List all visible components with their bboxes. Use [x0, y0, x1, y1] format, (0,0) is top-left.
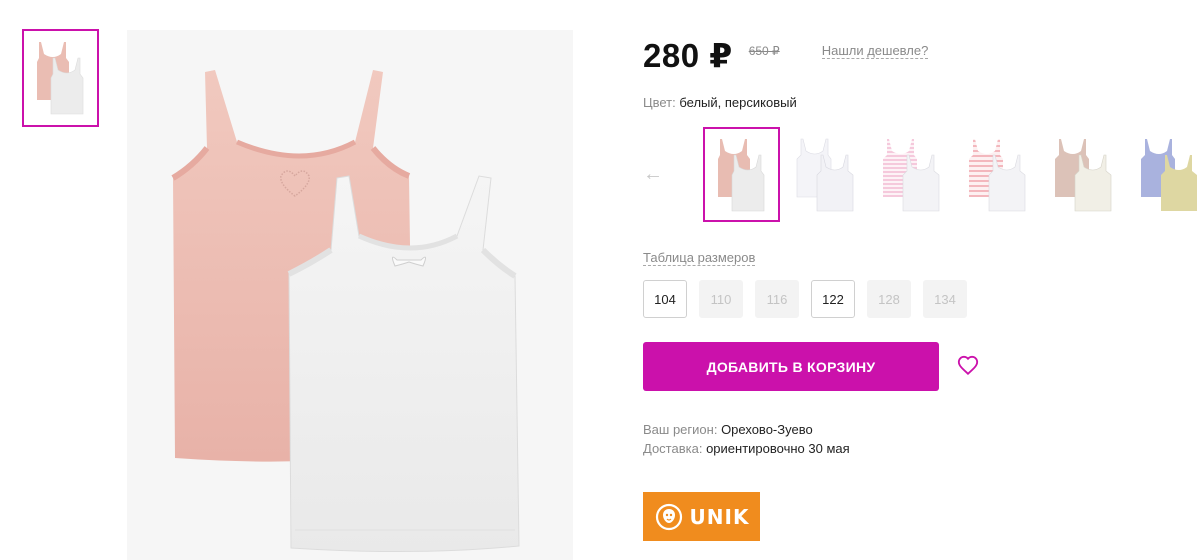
- old-price: 650 ₽: [748, 44, 780, 58]
- lion-icon: [655, 503, 682, 530]
- found-cheaper-link[interactable]: Нашли дешевле?: [821, 43, 929, 59]
- arrow-left-icon[interactable]: ←: [643, 163, 663, 186]
- delivery-value: ориентировочно 30 мая: [706, 441, 850, 456]
- size-option: 128: [867, 280, 911, 318]
- heart-icon[interactable]: [957, 355, 979, 377]
- swatch-image: [717, 138, 764, 211]
- swatch-image: [882, 138, 939, 211]
- size-option[interactable]: 122: [811, 280, 855, 318]
- size-option: 110: [699, 280, 743, 318]
- brand-logo-text: UNIK: [689, 504, 750, 529]
- brand-logo[interactable]: UNIK: [643, 492, 760, 541]
- add-to-cart-button[interactable]: ДОБАВИТЬ В КОРЗИНУ: [643, 342, 939, 391]
- size-selector: 104 110 116 122 128 134: [643, 280, 979, 318]
- delivery-info: Доставка: ориентировочно 30 мая: [643, 441, 850, 456]
- swatch-image: [1140, 138, 1197, 211]
- color-swatch-beige-cream[interactable]: [1047, 127, 1124, 222]
- region-value[interactable]: Орехово-Зуево: [721, 422, 813, 437]
- color-info: Цвет: белый, персиковый: [643, 95, 797, 110]
- color-swatch-pink-stripe[interactable]: [875, 127, 952, 222]
- color-swatches: [703, 127, 1200, 222]
- color-swatch-white[interactable]: [789, 127, 866, 222]
- color-label: Цвет:: [643, 95, 676, 110]
- color-swatch-coral-stripe[interactable]: [961, 127, 1038, 222]
- swatch-image: [796, 138, 853, 211]
- color-swatch-blue-yellow[interactable]: [1133, 127, 1200, 222]
- size-option: 134: [923, 280, 967, 318]
- region-label: Ваш регион:: [643, 422, 718, 437]
- main-product-image[interactable]: [127, 30, 573, 560]
- image-thumbnail-1[interactable]: [22, 29, 99, 127]
- swatch-image: [968, 138, 1025, 211]
- size-option[interactable]: 104: [643, 280, 687, 318]
- region-info: Ваш регион: Орехово-Зуево: [643, 422, 813, 437]
- size-table-link[interactable]: Таблица размеров: [643, 250, 756, 266]
- color-swatch-white-peach[interactable]: [703, 127, 780, 222]
- size-option: 116: [755, 280, 799, 318]
- current-price: 280 ₽: [643, 37, 733, 74]
- product-info-panel: 280 ₽ 650 ₽ Нашли дешевле? Цвет: белый, …: [643, 0, 1200, 560]
- price-row: 280 ₽ 650 ₽ Нашли дешевле?: [643, 36, 929, 75]
- swatch-image: [1054, 138, 1111, 211]
- color-value: белый, персиковый: [679, 95, 797, 110]
- delivery-label: Доставка:: [643, 441, 703, 456]
- image-thumbnails: [22, 29, 99, 127]
- thumbnail-image: [36, 42, 83, 115]
